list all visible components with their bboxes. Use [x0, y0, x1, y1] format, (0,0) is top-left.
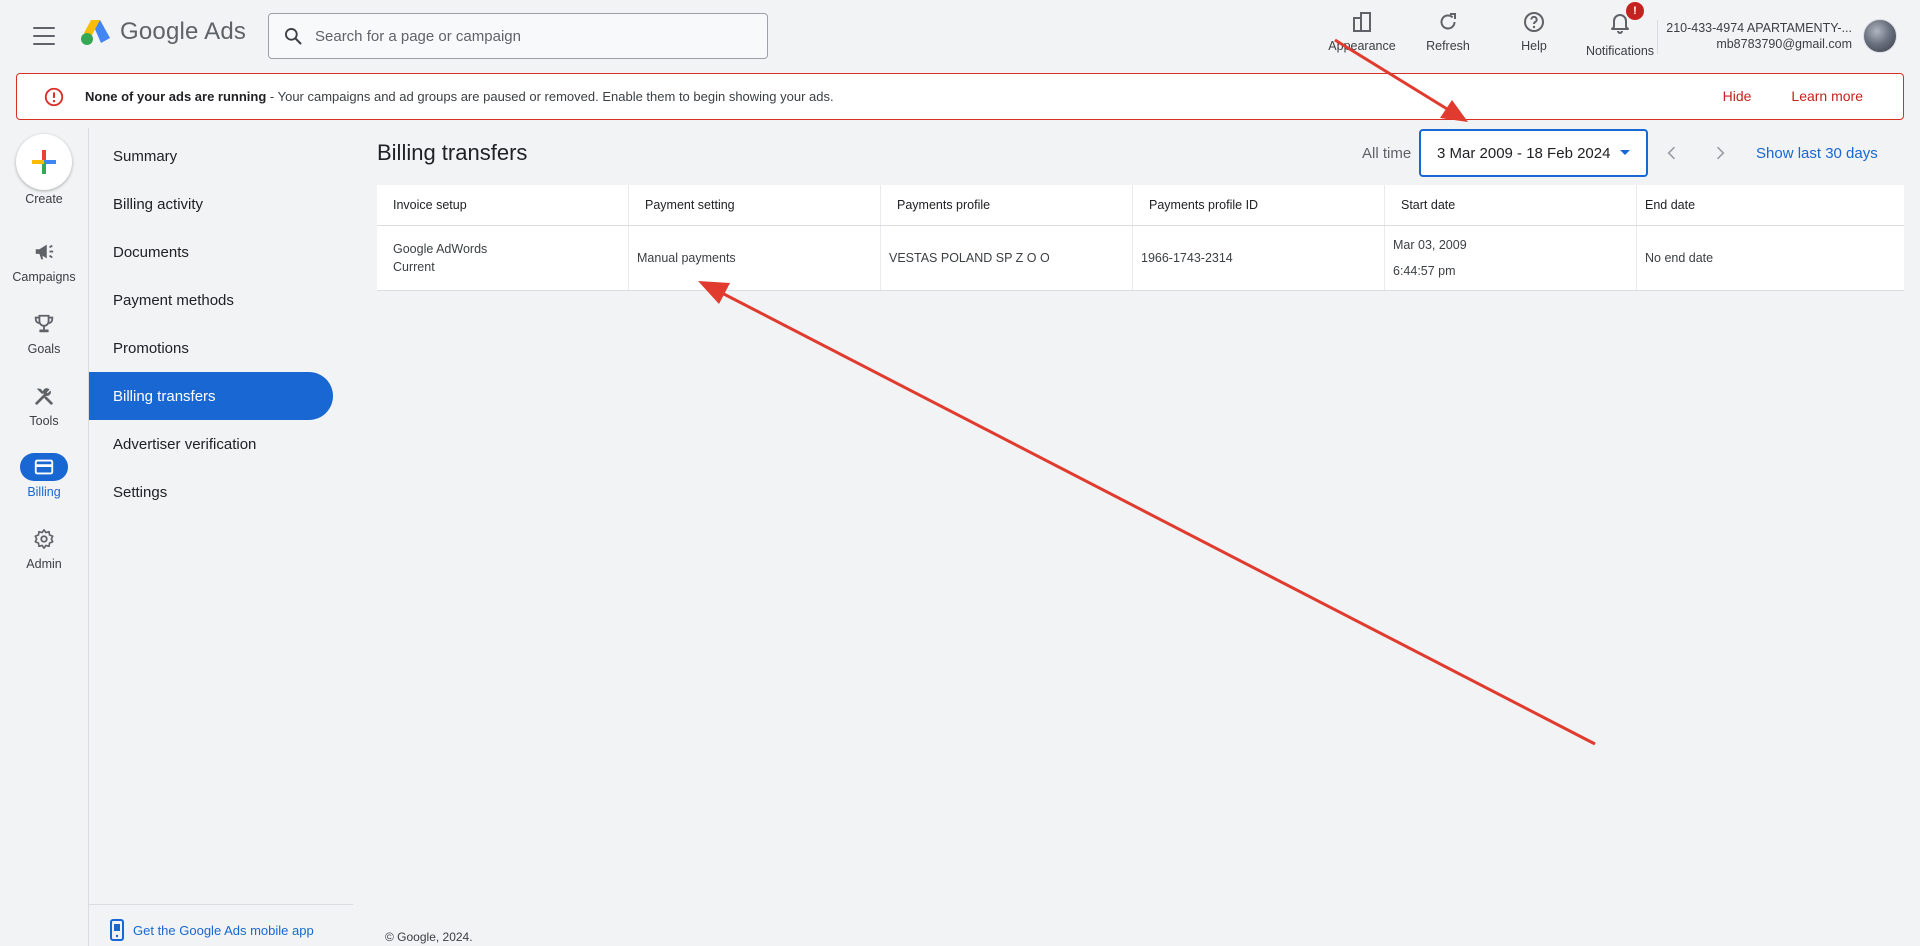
rail-item-tools[interactable]: Tools [0, 382, 88, 428]
date-range-picker[interactable]: 3 Mar 2009 - 18 Feb 2024 [1419, 129, 1648, 177]
account-info[interactable]: 210-433-4974 APARTAMENTY-... mb8783790@g… [1666, 20, 1852, 52]
appearance-icon [1353, 12, 1371, 32]
refresh-button[interactable]: Refresh [1408, 10, 1488, 58]
create-button[interactable] [16, 134, 72, 190]
rail-item-billing[interactable]: Billing [0, 453, 88, 499]
banner-text: - Your campaigns and ad groups are pause… [266, 89, 834, 104]
range-label: All time [1362, 145, 1412, 162]
google-ads-logo[interactable]: Google Ads [80, 18, 246, 46]
search-box[interactable] [268, 13, 768, 59]
chevron-down-icon [1620, 150, 1630, 155]
notifications-label: Notifications [1585, 44, 1655, 58]
cell-end-date: No end date [1645, 251, 1714, 265]
footer-copyright: © Google, 2024. [385, 930, 473, 944]
rail-item-campaigns[interactable]: Campaigns [0, 238, 88, 284]
chevron-right-icon [1716, 146, 1725, 160]
next-period-button[interactable] [1708, 141, 1732, 165]
col-payments-profile[interactable]: Payments profile [881, 185, 1133, 225]
date-range-value: 3 Mar 2009 - 18 Feb 2024 [1437, 144, 1611, 162]
col-payments-profile-id[interactable]: Payments profile ID [1133, 185, 1385, 225]
refresh-icon [1440, 13, 1456, 30]
toolbar-actions: Appearance Refresh Help ! Notifications [1322, 2, 1660, 58]
nav-item-advertiser-verification[interactable]: Advertiser verification [89, 420, 333, 468]
rail-label-billing: Billing [27, 485, 61, 499]
nav-item-billing-transfers[interactable]: Billing transfers [89, 372, 333, 420]
logo-text: Google Ads [120, 18, 247, 45]
billing-transfers-table: Invoice setup Payment setting Payments p… [377, 185, 1904, 291]
nav-item-summary[interactable]: Summary [89, 132, 333, 180]
rail-item-admin[interactable]: Admin [0, 525, 88, 571]
help-icon [1524, 12, 1544, 32]
banner-title: None of your ads are running [85, 89, 267, 104]
phone-icon [110, 919, 124, 941]
cell-start-date: Mar 03, 2009 6:44:57 pm [1385, 226, 1637, 290]
cell-payment-setting: Manual payments [629, 226, 881, 290]
billing-card-icon [34, 459, 54, 475]
search-input[interactable] [315, 27, 735, 45]
rail-item-goals[interactable]: Goals [0, 310, 88, 356]
show-last-30-days-link[interactable]: Show last 30 days [1756, 145, 1878, 162]
nav-item-payment-methods[interactable]: Payment methods [89, 276, 333, 324]
mobile-app-link[interactable]: Get the Google Ads mobile app [89, 904, 353, 941]
left-rail: Create Campaigns Goals Tools Billing Adm… [0, 128, 88, 946]
cell-payments-profile: VESTAS POLAND SP Z O O [881, 226, 1133, 290]
previous-period-button[interactable] [1660, 141, 1684, 165]
table-header: Invoice setup Payment setting Payments p… [377, 185, 1904, 226]
chevron-left-icon [1667, 146, 1676, 160]
megaphone-icon [35, 244, 54, 260]
trophy-icon [34, 314, 54, 333]
invoice-setup-status: Current [393, 260, 435, 274]
billing-nav: Summary Billing activity Documents Payme… [89, 132, 353, 516]
account-email: mb8783790@gmail.com [1716, 37, 1852, 51]
create-label: Create [25, 192, 63, 206]
nav-item-promotions[interactable]: Promotions [89, 324, 333, 372]
avatar[interactable] [1863, 19, 1897, 53]
alert-banner: None of your ads are running - Your camp… [16, 73, 1904, 120]
notifications-button[interactable]: ! Notifications [1580, 2, 1660, 58]
table-row: Google AdWords Current Manual payments V… [377, 226, 1904, 291]
help-label: Help [1521, 39, 1547, 53]
rail-label-goals: Goals [27, 342, 61, 356]
account-name: 210-433-4974 APARTAMENTY-... [1666, 21, 1852, 35]
page-title: Billing transfers [377, 140, 528, 165]
hamburger-menu-icon[interactable] [28, 24, 60, 48]
annotation-arrow-payment-setting [698, 281, 1596, 746]
nav-item-settings[interactable]: Settings [89, 468, 333, 516]
nav-item-billing-activity[interactable]: Billing activity [89, 180, 333, 228]
google-ads-logo-icon [81, 20, 110, 45]
search-icon [285, 28, 302, 45]
appearance-button[interactable]: Appearance [1322, 10, 1402, 58]
mobile-app-label: Get the Google Ads mobile app [133, 922, 314, 938]
cell-payments-profile-id: 1966-1743-2314 [1133, 226, 1385, 290]
tools-icon [35, 388, 53, 405]
nav-item-documents[interactable]: Documents [89, 228, 333, 276]
rail-label-tools: Tools [29, 414, 59, 428]
banner-message: None of your ads are running - Your camp… [85, 89, 834, 104]
col-start-date[interactable]: Start date [1385, 185, 1637, 225]
help-button[interactable]: Help [1494, 10, 1574, 58]
rail-label-campaigns: Campaigns [12, 270, 76, 284]
col-end-date[interactable]: End date [1637, 185, 1904, 225]
toolbar-divider [1657, 20, 1658, 54]
rail-label-admin: Admin [26, 557, 62, 571]
start-date-value: Mar 03, 2009 [1393, 238, 1467, 252]
top-bar: Google Ads Appearance Refresh Help ! Not… [0, 0, 1920, 70]
gear-icon [34, 529, 54, 549]
notification-badge: ! [1626, 2, 1644, 20]
col-invoice-setup[interactable]: Invoice setup [377, 185, 629, 225]
appearance-label: Appearance [1328, 39, 1396, 53]
start-time-value: 6:44:57 pm [1393, 264, 1456, 278]
alert-circle-icon [44, 87, 64, 106]
learn-more-link[interactable]: Learn more [1791, 88, 1863, 104]
refresh-label: Refresh [1426, 39, 1470, 53]
col-payment-setting[interactable]: Payment setting [629, 185, 881, 225]
plus-icon [32, 150, 56, 174]
banner-links: Hide Learn more [1723, 88, 1863, 104]
hide-banner-link[interactable]: Hide [1723, 88, 1752, 104]
invoice-setup-name: Google AdWords [393, 242, 488, 256]
cell-invoice-setup: Google AdWords Current [377, 226, 629, 290]
